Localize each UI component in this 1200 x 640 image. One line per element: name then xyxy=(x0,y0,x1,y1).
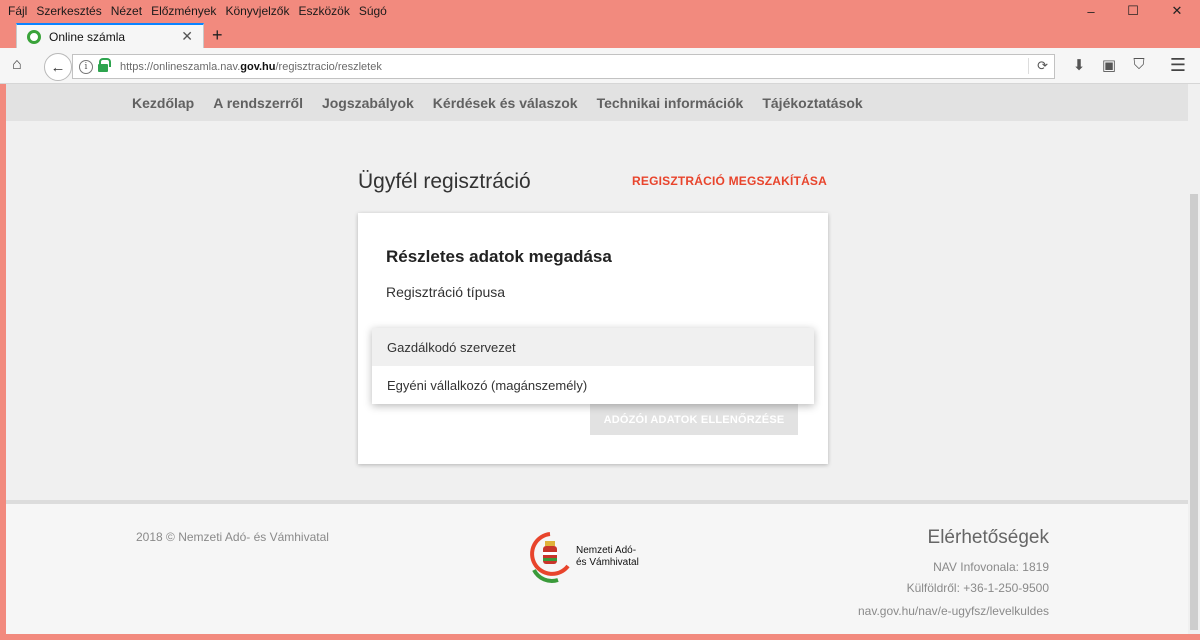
tab-title: Online számla xyxy=(49,29,126,44)
site-favicon-icon xyxy=(27,29,41,44)
menu-bookmarks[interactable]: Könyvjelzők xyxy=(225,4,289,18)
url-text: https://onlineszamla.nav.gov.hu/regisztr… xyxy=(120,60,382,73)
menu-file[interactable]: Fájl xyxy=(8,4,27,18)
window-controls: – ☐ ✕ xyxy=(1070,0,1200,22)
menu-history[interactable]: Előzmények xyxy=(151,4,216,18)
dropdown-option-business[interactable]: Gazdálkodó szervezet xyxy=(372,328,814,366)
minimize-button[interactable]: – xyxy=(1070,0,1112,22)
nav-emblem-icon xyxy=(530,532,570,583)
nav-item-technical[interactable]: Technikai információk xyxy=(597,95,744,111)
contact-link[interactable]: nav.gov.hu/nav/e-ugyfsz/levelkuldes xyxy=(858,604,1049,618)
home-icon[interactable]: ⌂ xyxy=(12,56,22,74)
nav-item-faq[interactable]: Kérdések és válaszok xyxy=(433,95,578,111)
download-icon[interactable]: ⬇ xyxy=(1064,56,1094,74)
info-icon[interactable]: i xyxy=(79,59,93,74)
menu-edit[interactable]: Szerkesztés xyxy=(36,4,101,18)
back-button[interactable]: ← xyxy=(44,53,72,81)
close-window-button[interactable]: ✕ xyxy=(1154,0,1200,22)
nav-item-about[interactable]: A rendszerről xyxy=(213,95,303,111)
shield-icon[interactable]: ⛉ xyxy=(1124,56,1154,74)
menu-view[interactable]: Nézet xyxy=(111,4,142,18)
hamburger-menu-icon[interactable]: ☰ xyxy=(1170,55,1186,76)
nav-item-notices[interactable]: Tájékoztatások xyxy=(762,95,862,111)
scrollbar-thumb[interactable] xyxy=(1190,194,1198,630)
card-subtitle: Regisztráció típusa xyxy=(386,284,506,300)
browser-toolbar: ⌂ ← i https://onlineszamla.nav.gov.hu/re… xyxy=(0,48,1200,84)
page-title: Ügyfél regisztráció xyxy=(358,170,531,193)
logo-text: Nemzeti Adó- és Vámhivatal xyxy=(576,545,639,568)
maximize-button[interactable]: ☐ xyxy=(1112,0,1154,22)
new-tab-button[interactable]: + xyxy=(212,25,223,46)
toolbar-icons: ⬇ ▣ ⛉ xyxy=(1064,56,1154,74)
tab-close-icon[interactable]: ✕ xyxy=(181,28,193,45)
nav-item-legislation[interactable]: Jogszabályok xyxy=(322,95,414,111)
site-navigation: Kezdőlap A rendszerről Jogszabályok Kérd… xyxy=(6,84,1188,121)
nav-item-home[interactable]: Kezdőlap xyxy=(132,95,194,111)
verify-taxpayer-button[interactable]: ADÓZÓI ADATOK ELLENŐRZÉSE xyxy=(590,404,798,435)
footer: 2018 © Nemzeti Adó- és Vámhivatal Nemzet… xyxy=(6,500,1188,634)
arrow-left-icon: ← xyxy=(50,58,66,76)
copyright-text: 2018 © Nemzeti Adó- és Vámhivatal xyxy=(136,530,329,544)
contact-infoline: NAV Infovonala: 1819 xyxy=(933,560,1049,574)
menu-bar: Fájl Szerkesztés Nézet Előzmények Könyvj… xyxy=(0,0,1200,22)
tab-strip: Online számla ✕ + xyxy=(0,22,1200,48)
reload-icon[interactable]: ⟳ xyxy=(1028,58,1048,74)
contact-title: Elérhetőségek xyxy=(927,527,1049,548)
dropdown-option-sole-trader[interactable]: Egyéni vállalkozó (magánszemély) xyxy=(372,366,814,404)
menu-tools[interactable]: Eszközök xyxy=(298,4,349,18)
page-scrollbar[interactable] xyxy=(1188,84,1200,634)
contact-abroad: Külföldről: +36-1-250-9500 xyxy=(906,581,1049,595)
abort-registration-link[interactable]: REGISZTRÁCIÓ MEGSZAKÍTÁSA xyxy=(632,174,827,188)
lock-icon[interactable] xyxy=(98,57,111,72)
page-viewport: Kezdőlap A rendszerről Jogszabályok Kérd… xyxy=(6,84,1188,634)
nav-logo: Nemzeti Adó- és Vámhivatal xyxy=(528,530,658,590)
menu-help[interactable]: Súgó xyxy=(359,4,387,18)
sidebar-icon[interactable]: ▣ xyxy=(1094,56,1124,74)
card-title: Részletes adatok megadása xyxy=(386,247,612,266)
tab-online-szamla[interactable]: Online számla ✕ xyxy=(16,23,204,48)
url-bar[interactable]: i https://onlineszamla.nav.gov.hu/regisz… xyxy=(72,54,1055,79)
registration-type-dropdown: Gazdálkodó szervezet Egyéni vállalkozó (… xyxy=(372,328,814,404)
